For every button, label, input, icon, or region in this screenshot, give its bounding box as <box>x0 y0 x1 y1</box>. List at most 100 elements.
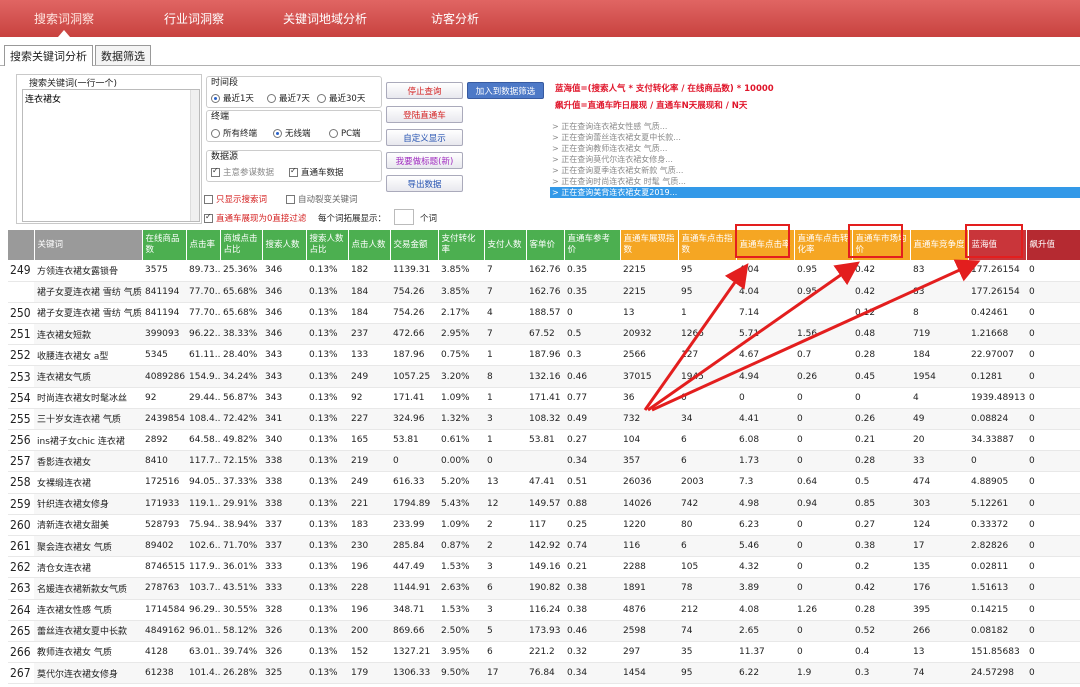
table-row[interactable]: 256 ins裙子女chic 连衣裙 2892 64.58... 49.82% 340 0.… <box>8 429 1080 452</box>
col-unit-price[interactable]: 客单价 <box>526 230 565 260</box>
radio-dot <box>267 93 276 103</box>
nav-industry-insight[interactable]: 行业词洞察 <box>164 10 224 27</box>
col-ztc-click-conversion[interactable]: 直通车点击转化率 <box>794 230 853 260</box>
col-ztc-impressions[interactable]: 直通车展现指数 <box>620 230 679 260</box>
custom-display-button[interactable]: 自定义显示 <box>386 129 463 146</box>
col-ztc-ctr[interactable]: 直通车点击率 <box>736 230 795 260</box>
col-trade-amount[interactable]: 交易金额 <box>390 230 439 260</box>
table-cell: 26036 <box>620 471 678 494</box>
table-row[interactable]: 265 蕾丝连衣裙女夏中长款 4849162 96.01... 58.12% 326 0.1… <box>8 620 1080 642</box>
table-cell: 0.14215 <box>968 599 1026 621</box>
table-cell: 1.73 <box>736 450 794 473</box>
check-label: 主意参谋数据 <box>223 168 275 178</box>
radio-pc[interactable]: PC端 <box>329 127 361 139</box>
table-cell: 34.24% <box>220 365 262 388</box>
table-row[interactable]: 254 时尚连衣裙女时髦冰丝 92 29.44... 56.87% 343 0.13% 92 1… <box>8 387 1080 409</box>
col-search-users-ratio[interactable]: 搜索人数占比 <box>306 230 349 260</box>
check-only-search-word[interactable]: 只显示搜索词 <box>204 193 267 205</box>
col-ztc-ref-price[interactable]: 直通车参考价 <box>564 230 621 260</box>
table-cell: 7 <box>484 281 526 303</box>
nav-visitor-analysis[interactable]: 访客分析 <box>431 10 479 27</box>
table-row[interactable]: 257 香影连衣裙女 8410 117.7... 72.15% 338 0.13% 219 0 0… <box>8 450 1080 473</box>
checkbox <box>286 194 295 204</box>
table-cell <box>794 302 852 325</box>
table-row[interactable]: 264 连衣裙女性感 气质 1714584 96.29... 30.55% 328 0.13… <box>8 599 1080 621</box>
table-row[interactable]: 260 清新连衣裙女甜美 528793 75.94... 38.94% 337 0.13% 1… <box>8 514 1080 536</box>
nav-search-insight[interactable]: 搜索词洞察 <box>34 10 94 27</box>
table-row[interactable]: 253 连衣裙女气质 4089286 154.9... 34.24% 343 0.13% 24… <box>8 365 1080 388</box>
make-title-button[interactable]: 我要做标题(新) <box>386 152 463 169</box>
radio-1day[interactable]: 最近1天 <box>211 92 254 104</box>
per-word-input[interactable] <box>394 209 414 225</box>
table-cell: 171.41 <box>390 387 438 409</box>
col-ztc-competition[interactable]: 直通车竞争度 <box>910 230 969 260</box>
nav-keyword-region[interactable]: 关键词地域分析 <box>283 10 367 27</box>
table-cell: 0.12 <box>852 302 910 325</box>
check-ztc-data[interactable]: 直通车数据 <box>289 166 344 178</box>
col-blue-ocean[interactable]: 蓝海值 <box>968 230 1027 260</box>
table-row[interactable]: 252 收腰连衣裙女 a型 5345 61.11... 28.40% 343 0.13% 13… <box>8 344 1080 367</box>
table-row[interactable]: 250 裙子女夏连衣裙 雪纺 气质 841194 77.70... 65.68% 346 0… <box>8 302 1080 325</box>
check-label: 自动裂变关键词 <box>298 195 358 205</box>
table-cell: 56.87% <box>220 387 262 409</box>
table-cell: 17 <box>910 535 968 558</box>
keyword-input[interactable]: 连衣裙女 <box>22 89 200 222</box>
col-online-items[interactable]: 在线商品数 <box>142 230 187 260</box>
col-keyword[interactable]: 关键词 <box>34 230 143 260</box>
table-row[interactable]: 251 连衣裙女短款 399093 96.22... 38.33% 346 0.13% 237… <box>8 323 1080 346</box>
radio-dot <box>211 128 220 138</box>
tab-data-filter[interactable]: 数据筛选 <box>95 45 151 65</box>
col-click-users[interactable]: 点击人数 <box>348 230 391 260</box>
table-cell: 182 <box>348 260 390 282</box>
table-row[interactable]: 261 聚会连衣裙女 气质 89402 102.6... 71.70% 337 0.13% 2… <box>8 535 1080 558</box>
table-cell: 0.27 <box>564 429 620 452</box>
table-cell: 117 <box>526 514 564 536</box>
col-mall-click-ratio[interactable]: 商城点击占比 <box>220 230 263 260</box>
row-number: 256 <box>8 429 34 452</box>
table-cell: 3 <box>484 408 526 431</box>
table-cell: 0.46 <box>564 365 620 388</box>
table-row[interactable]: 267 莫代尔连衣裙女修身 61238 101.4... 26.28% 325 0.13% 1… <box>8 662 1080 685</box>
table-row[interactable]: 263 名媛连衣裙新款女气质 278763 103.7... 43.51% 333 0.13… <box>8 577 1080 600</box>
table-row[interactable]: 249 方领连衣裙女露锁骨 3575 89.73... 25.36% 346 0.13% 18… <box>8 260 1080 282</box>
table-row[interactable]: 258 女裸缎连衣裙 172516 94.05... 37.33% 338 0.13% 249… <box>8 471 1080 494</box>
row-number: 261 <box>8 535 34 558</box>
col-ztc-clicks[interactable]: 直通车点击指数 <box>678 230 737 260</box>
check-filter-zero[interactable]: 直通车展现为0直接过滤 <box>204 212 306 224</box>
log-line: > 正在查询教师连衣裙女 气质... <box>552 144 668 153</box>
table-row[interactable]: 裙子女夏连衣裙 雪纺 气质 841194 77.70... 65.68% 346 0.13… <box>8 281 1080 303</box>
add-to-filter-button[interactable]: 加入到数据筛选 <box>467 82 544 99</box>
export-data-button[interactable]: 导出数据 <box>386 175 463 192</box>
keyword-scrollbar[interactable] <box>190 90 199 221</box>
check-sycm-data[interactable]: 主意参谋数据 <box>211 166 274 178</box>
col-ctr[interactable]: 点击率 <box>186 230 221 260</box>
table-header: 关键词 在线商品数 点击率 商城点击占比 搜索人数 搜索人数占比 点击人数 交易… <box>8 230 1080 260</box>
table-cell: 0.28 <box>852 344 910 367</box>
col-pay-users[interactable]: 支付人数 <box>484 230 527 260</box>
per-word-label: 每个词拓展显示： <box>318 214 387 224</box>
col-ztc-avg-price[interactable]: 直通车市场均价 <box>852 230 911 260</box>
stop-query-button[interactable]: 停止查询 <box>386 82 463 99</box>
table-row[interactable]: 255 三十岁女连衣裙 气质 2439854 108.4... 72.42% 341 0.1… <box>8 408 1080 431</box>
table-cell: 616.33 <box>390 471 438 494</box>
table-cell: 249 <box>348 471 390 494</box>
table-row[interactable]: 262 清仓女连衣裙 8746515 117.9... 36.01% 333 0.13% 19… <box>8 556 1080 579</box>
radio-30day[interactable]: 最近30天 <box>317 92 365 104</box>
log-line-selected[interactable]: > 正在查询美背连衣裙女夏2019... <box>550 187 1080 198</box>
table-cell: 教师连衣裙女 气质 <box>34 641 142 664</box>
table-row[interactable]: 266 教师连衣裙女 气质 4128 63.01... 39.74% 326 0.13% 15… <box>8 641 1080 664</box>
radio-7day[interactable]: 最近7天 <box>267 92 310 104</box>
table-cell: 聚会连衣裙女 气质 <box>34 535 142 558</box>
col-surge[interactable]: 飙升值 <box>1026 230 1080 260</box>
check-auto-expand[interactable]: 自动裂变关键词 <box>286 193 358 205</box>
radio-all-terminal[interactable]: 所有终端 <box>211 127 257 139</box>
radio-wireless[interactable]: 无线端 <box>273 127 311 139</box>
table-cell: 0.13% <box>306 429 348 452</box>
col-search-users[interactable]: 搜索人数 <box>262 230 307 260</box>
col-pay-conversion[interactable]: 支付转化率 <box>438 230 485 260</box>
tab-keyword-analysis[interactable]: 搜索关键词分析 <box>4 45 93 66</box>
table-row[interactable]: 259 针织连衣裙女修身 171933 119.1... 29.91% 338 0.13% 2… <box>8 493 1080 515</box>
table-cell: 149.16 <box>526 556 564 579</box>
login-ztc-button[interactable]: 登陆直通车 <box>386 106 463 123</box>
table-cell: 1945 <box>678 365 736 388</box>
